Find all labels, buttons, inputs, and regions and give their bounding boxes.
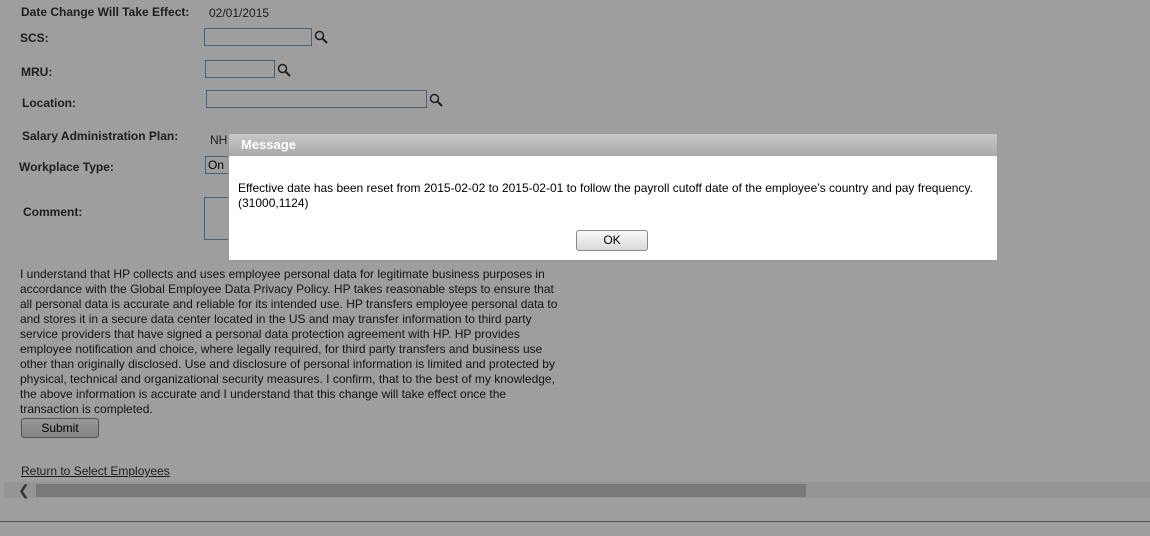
dialog-message: Effective date has been reset from 2015-…	[238, 181, 973, 210]
modal-overlay	[0, 0, 1150, 536]
message-dialog: Message Effective date has been reset fr…	[228, 133, 998, 261]
dialog-title: Message	[229, 134, 997, 156]
ok-button[interactable]: OK	[576, 230, 648, 251]
